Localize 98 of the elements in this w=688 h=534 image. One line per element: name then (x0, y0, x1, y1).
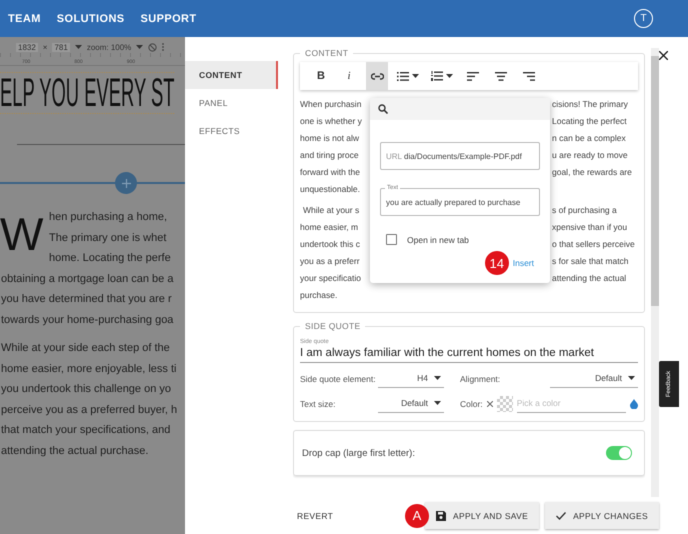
text-fragment: home is not alw (300, 132, 360, 145)
caret-icon (628, 376, 635, 380)
user-avatar[interactable]: T (634, 9, 653, 28)
viewport-width[interactable]: 1832 (16, 42, 38, 52)
sidebar-tab[interactable]: CONTENT (185, 61, 278, 89)
step-badge: 14 (484, 251, 509, 275)
nav-link[interactable]: SUPPORT (140, 12, 197, 24)
caret-icon (74, 45, 82, 49)
sidebar-tab[interactable]: PANEL (185, 89, 278, 117)
paragraph-line: you have determined that you are r (1, 292, 173, 307)
text-fragment: Locating the perfect (551, 115, 628, 128)
clear-icon[interactable] (486, 400, 493, 406)
zoom-select[interactable]: zoom: 100% (86, 42, 132, 52)
text-size-select[interactable]: Default (378, 394, 444, 413)
insert-link[interactable]: Insert (512, 258, 534, 268)
text-fragment: unquestionable. (300, 183, 362, 196)
close-icon[interactable] (659, 51, 668, 60)
check-icon (556, 512, 566, 520)
more-icon[interactable] (162, 43, 164, 51)
url-field[interactable]: URL dia/Documents/Example-PDF.pdf (380, 142, 540, 170)
field-label: URL (386, 152, 402, 160)
paragraph-line: you undertook this challenge on yo (1, 382, 172, 397)
text-fragment: n can be a complex (551, 132, 627, 145)
sidebar-tab[interactable]: EFFECTS (185, 117, 278, 145)
revert-button[interactable]: REVERT (297, 510, 334, 520)
text-fragment: While at your s (302, 204, 360, 217)
caret-icon (434, 376, 441, 380)
color-input[interactable]: Pick a color (516, 398, 626, 408)
text-fragment: attending the actual (551, 272, 628, 285)
section-title: SIDE QUOTE (304, 321, 362, 331)
drop-cap-letter: W (0, 207, 44, 262)
section-title: CONTENT (304, 48, 350, 58)
toggle-label: Drop cap (large first letter): (302, 448, 415, 458)
caret-icon (136, 45, 144, 49)
bullet-list-icon (397, 72, 409, 80)
text-fragment: o that sellers perceive (551, 238, 636, 251)
link-icon (370, 72, 384, 80)
text-fragment: s of purchasing a (551, 204, 618, 217)
caret-icon (412, 74, 419, 78)
align-left-icon (467, 72, 479, 80)
paragraph-line: hen purchasing a home, (49, 210, 168, 225)
toggle-switch[interactable] (606, 446, 632, 460)
italic-button[interactable]: i (338, 62, 360, 90)
text-fragment: purchase. (300, 289, 338, 302)
text-fragment: cisions! The primary (551, 98, 629, 111)
paragraph-line: home. Locating the perfe (49, 251, 171, 266)
text-fragment: u are ready to move (551, 149, 629, 162)
text-fragment: xpensive than if you (551, 221, 628, 234)
field-label: Alignment: (460, 374, 502, 384)
paragraph-line: attending the actual purchase. (1, 444, 150, 458)
paragraph-line: home easier, more enjoyable, less ti (1, 362, 178, 376)
drop-icon[interactable] (630, 398, 638, 408)
text-fragment: your specificatio (300, 272, 362, 285)
paragraph-line: obtaining a mortgage loan can be a (1, 272, 174, 286)
align-center-icon (495, 72, 507, 80)
viewport-height[interactable]: 781 (52, 42, 70, 52)
paragraph-line: towards your home-purchasing goa (1, 312, 174, 328)
numbered-list-icon (431, 71, 443, 81)
times-sign: × (42, 42, 48, 52)
text-fragment: goal, the rewards are (551, 166, 633, 179)
checkbox[interactable] (386, 234, 397, 245)
paragraph-line: The primary one is whet (49, 230, 168, 246)
field-label: Color: (460, 398, 483, 408)
text-fragment: one is whether y (300, 115, 363, 128)
page-heading: ELP YOU EVERY ST (0, 72, 175, 114)
paragraph-line: that match your specifications, and (1, 423, 172, 438)
text-fragment: undertook this c (300, 238, 362, 251)
align-right-icon (523, 72, 535, 80)
apply-and-save-button[interactable]: APPLY AND SAVE (425, 502, 540, 529)
paragraph-line: perceive you as a preferred buyer, h (1, 402, 178, 418)
element-select[interactable]: H4 (378, 369, 444, 388)
paragraph-line: While at your side each step of the (1, 341, 171, 356)
side-quote-field[interactable]: I am always familiar with the current homes on the market (300, 345, 638, 363)
color-field[interactable]: Pick a color (516, 394, 626, 413)
text-fragment: you as a preferr (300, 255, 361, 268)
url-input[interactable]: dia/Documents/Example-PDF.pdf (404, 152, 534, 160)
step-badge: A (405, 504, 429, 528)
text-fragment: When purchasin (300, 98, 362, 111)
apply-changes-button[interactable]: APPLY CHANGES (545, 502, 659, 529)
scrollbar[interactable] (651, 48, 659, 497)
search-icon[interactable] (378, 104, 388, 114)
text-fragment: and tiring proce (300, 149, 360, 162)
nav-link[interactable]: SOLUTIONS (56, 12, 125, 24)
caret-icon (446, 74, 453, 78)
save-icon (436, 510, 446, 520)
nav-link[interactable]: TEAM (8, 12, 41, 24)
field-label: Side quote element: (300, 374, 377, 384)
bold-button[interactable]: B (310, 62, 332, 90)
text-input[interactable]: you are actually prepared to purchase (386, 198, 534, 206)
field-label: Text size: (300, 398, 336, 408)
text-fragment: s for sale that match (551, 255, 630, 268)
link-button[interactable] (366, 62, 388, 90)
text-fragment: forward with the (300, 166, 361, 179)
plus-icon (122, 178, 130, 188)
checkbox-label: Open in new tab (407, 234, 469, 244)
caret-icon (434, 401, 441, 405)
text-fragment: home easier, m (300, 221, 360, 234)
alignment-select[interactable]: Default (550, 369, 638, 388)
